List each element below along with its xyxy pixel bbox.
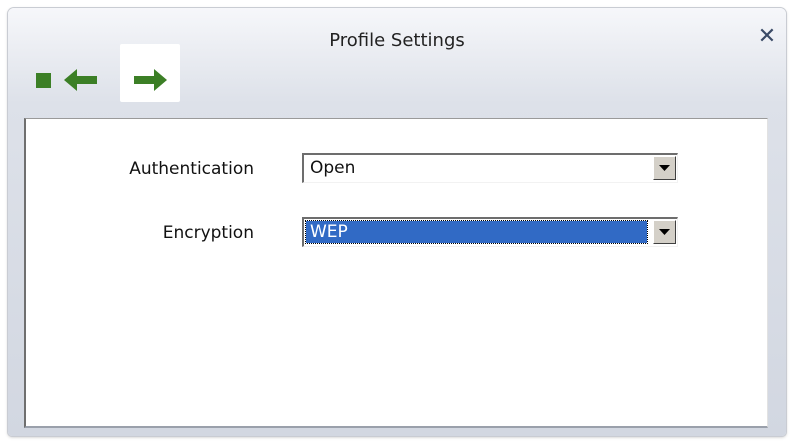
arrow-right-icon <box>134 69 167 91</box>
chevron-down-icon <box>659 165 670 171</box>
close-icon: ✕ <box>757 24 777 49</box>
profile-settings-dialog: Profile Settings ✕ Authentication Open E… <box>8 8 786 436</box>
chevron-down-icon <box>659 229 670 235</box>
close-button[interactable]: ✕ <box>756 26 778 48</box>
stop-button[interactable] <box>30 44 56 102</box>
encryption-value: WEP <box>305 220 648 244</box>
authentication-select[interactable]: Open <box>302 153 678 183</box>
arrow-left-icon <box>64 69 97 91</box>
encryption-dropdown-button[interactable] <box>653 220 676 244</box>
authentication-label: Authentication <box>129 159 254 179</box>
next-button[interactable] <box>120 44 180 102</box>
encryption-select[interactable]: WEP <box>302 217 678 247</box>
settings-panel: Authentication Open Encryption WEP <box>24 118 768 428</box>
stop-icon <box>36 73 51 88</box>
authentication-value: Open <box>310 158 356 178</box>
authentication-dropdown-button[interactable] <box>653 156 676 180</box>
encryption-label: Encryption <box>162 223 254 243</box>
back-button[interactable] <box>58 44 108 102</box>
